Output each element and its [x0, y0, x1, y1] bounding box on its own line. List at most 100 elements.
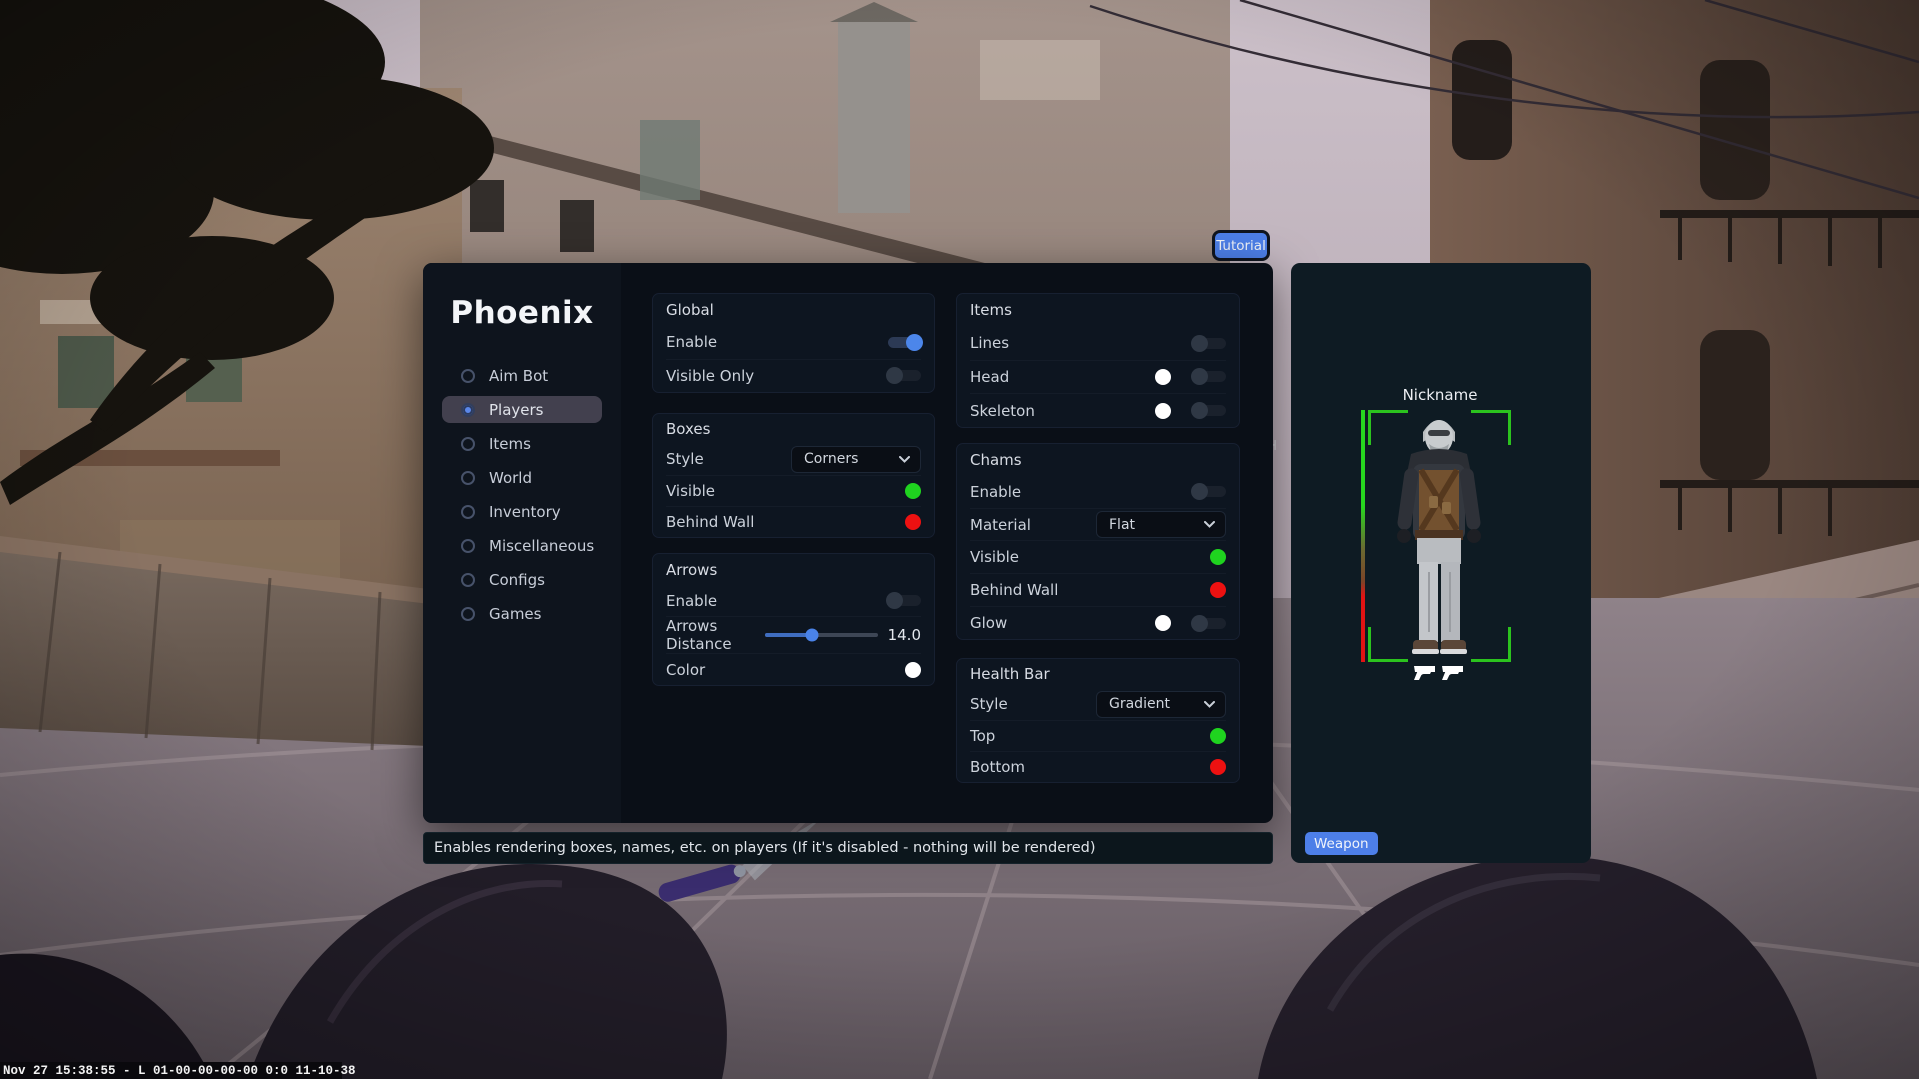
sidebar-item-inventory[interactable]: Inventory	[442, 498, 602, 525]
radio-icon	[461, 607, 475, 621]
control-group	[1155, 369, 1226, 385]
setting-label: Visible	[970, 548, 1019, 566]
chevron-down-icon	[1204, 701, 1215, 708]
arrow-color-swatch[interactable]	[905, 662, 921, 678]
status-bar: Enables rendering boxes, names, etc. on …	[423, 832, 1273, 864]
lines-toggle[interactable]	[1193, 338, 1226, 349]
setting-label: Enable	[666, 592, 717, 610]
card-chams: Chams Enable Material Flat Visible	[956, 443, 1240, 640]
arrows-distance-slider[interactable]	[765, 633, 878, 637]
card-global: Global Enable Visible Only	[652, 293, 935, 393]
behind-wall-color-swatch[interactable]	[905, 514, 921, 530]
setting-row-top: Top	[970, 720, 1226, 751]
radio-icon	[461, 471, 475, 485]
watermark-bar: Nov 27 15:38:55 - L 01-00-00-00-00 0:0 1…	[0, 1062, 342, 1079]
visible-color-swatch[interactable]	[905, 483, 921, 499]
card-arrows: Arrows Enable Arrows Distance 14.0	[652, 553, 935, 686]
sidebar-item-configs[interactable]: Configs	[442, 566, 602, 593]
toggle-knob	[886, 367, 903, 384]
card-health-bar: Health Bar Style Gradient Top Bottom	[956, 658, 1240, 783]
setting-label: Head	[970, 368, 1009, 386]
head-color-swatch[interactable]	[1155, 369, 1171, 385]
radio-icon	[461, 573, 475, 587]
weapon-button[interactable]: Weapon	[1305, 832, 1378, 855]
card-boxes: Boxes Style Corners Visible Behind Wall	[652, 413, 935, 538]
enable-toggle[interactable]	[888, 337, 921, 348]
material-dropdown[interactable]: Flat	[1096, 511, 1226, 538]
pistol-icons	[1413, 664, 1467, 682]
setting-label: Arrows Distance	[666, 617, 765, 653]
top-color-swatch[interactable]	[1210, 728, 1226, 744]
radio-icon	[461, 539, 475, 553]
dropdown-value: Flat	[1109, 517, 1135, 533]
radio-icon	[461, 403, 475, 417]
toggle-knob	[1191, 368, 1208, 385]
sidebar-item-miscellaneous[interactable]: Miscellaneous	[442, 532, 602, 559]
watermark-text: Nov 27 15:38:55 - L 01-00-00-00-00 0:0 1…	[3, 1064, 356, 1078]
sidebar-item-label: Miscellaneous	[489, 537, 594, 555]
visible-color-swatch[interactable]	[1210, 549, 1226, 565]
player-model	[1371, 412, 1508, 662]
skeleton-color-swatch[interactable]	[1155, 403, 1171, 419]
menu-title: Phoenix	[423, 295, 621, 331]
radio-icon	[461, 369, 475, 383]
setting-row-glow: Glow	[970, 606, 1226, 639]
tutorial-button[interactable]: Tutorial	[1212, 230, 1270, 261]
setting-row-skeleton: Skeleton	[970, 393, 1226, 427]
sidebar-item-label: Aim Bot	[489, 367, 548, 385]
setting-row-arrows-distance: Arrows Distance 14.0	[666, 616, 921, 653]
chevron-down-icon	[899, 456, 910, 463]
preview-nickname: Nickname	[1291, 386, 1589, 404]
setting-label: Top	[970, 727, 995, 745]
box-style-dropdown[interactable]: Corners	[791, 446, 921, 473]
sidebar-item-players[interactable]: Players	[442, 396, 602, 423]
sidebar-item-world[interactable]: World	[442, 464, 602, 491]
setting-row-behind-wall: Behind Wall	[666, 506, 921, 537]
control-group	[1155, 403, 1226, 419]
setting-label: Visible Only	[666, 367, 754, 385]
menu-sidebar: Phoenix Aim Bot Players Items World	[423, 263, 621, 823]
slider-knob[interactable]	[806, 629, 819, 642]
sidebar-item-label: Games	[489, 605, 541, 623]
card-title: Arrows	[666, 554, 921, 585]
skeleton-toggle[interactable]	[1193, 405, 1226, 416]
setting-row-enable: Enable	[666, 326, 921, 358]
setting-row-color: Color	[666, 653, 921, 685]
setting-row-bottom: Bottom	[970, 751, 1226, 782]
glow-toggle[interactable]	[1193, 618, 1226, 629]
sidebar-item-games[interactable]: Games	[442, 600, 602, 627]
sidebar-item-label: Configs	[489, 571, 545, 589]
game-screen: OH Tutorial Phoenix Aim Bot	[0, 0, 1919, 1079]
radio-icon	[461, 437, 475, 451]
setting-row-visible: Visible	[970, 540, 1226, 573]
radio-icon	[461, 505, 475, 519]
player-preview-panel: Nickname	[1291, 263, 1591, 863]
setting-row-enable: Enable	[666, 585, 921, 616]
head-toggle[interactable]	[1193, 371, 1226, 382]
setting-label: Glow	[970, 614, 1007, 632]
setting-label: Material	[970, 516, 1031, 534]
control-group	[1155, 615, 1226, 631]
arrows-enable-toggle[interactable]	[888, 595, 921, 606]
card-title: Items	[970, 294, 1226, 327]
sidebar-item-label: Players	[489, 401, 544, 419]
slider-group: 14.0	[765, 626, 921, 644]
status-text: Enables rendering boxes, names, etc. on …	[434, 840, 1096, 856]
cheat-menu-panel: Phoenix Aim Bot Players Items World	[423, 263, 1273, 823]
toggle-knob	[1191, 483, 1208, 500]
setting-label: Enable	[970, 483, 1021, 501]
setting-label: Skeleton	[970, 402, 1035, 420]
glow-color-swatch[interactable]	[1155, 615, 1171, 631]
setting-label: Behind Wall	[666, 513, 754, 531]
health-bar-style-dropdown[interactable]: Gradient	[1096, 691, 1226, 718]
card-items: Items Lines Head Skeleton	[956, 293, 1240, 428]
card-title: Health Bar	[970, 659, 1226, 689]
sidebar-item-aim-bot[interactable]: Aim Bot	[442, 362, 602, 389]
chams-enable-toggle[interactable]	[1193, 486, 1226, 497]
setting-label: Bottom	[970, 758, 1025, 776]
visible-only-toggle[interactable]	[888, 370, 921, 381]
bottom-color-swatch[interactable]	[1210, 759, 1226, 775]
behind-wall-color-swatch[interactable]	[1210, 582, 1226, 598]
chevron-down-icon	[1204, 521, 1215, 528]
sidebar-item-items[interactable]: Items	[442, 430, 602, 457]
